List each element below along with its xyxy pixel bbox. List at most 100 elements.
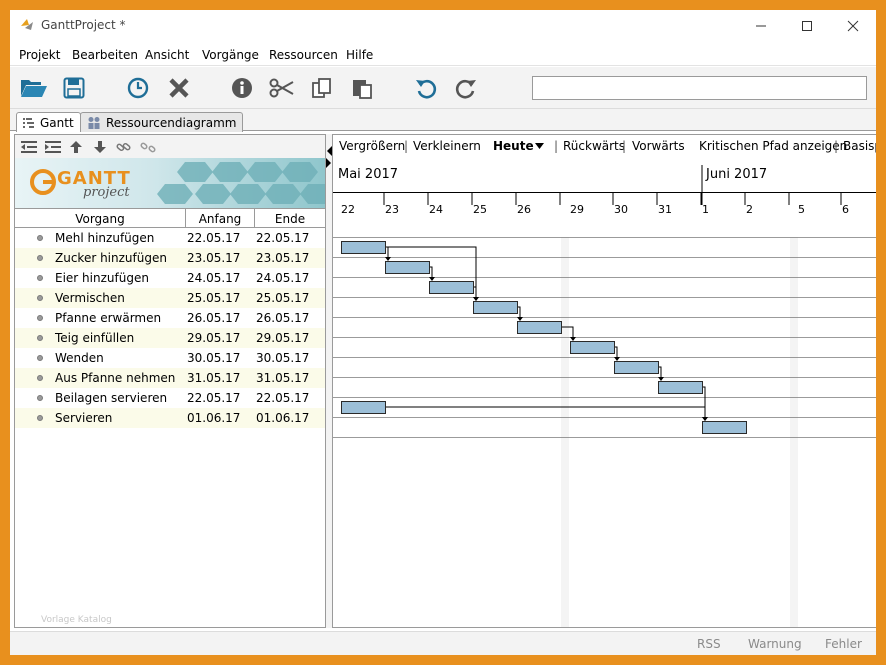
task-bar[interactable] (429, 281, 474, 294)
status-rss[interactable]: RSS (697, 637, 721, 651)
title-bar: GanttProject * (10, 10, 876, 42)
delete-x-icon (169, 78, 189, 98)
open-project-button[interactable] (20, 74, 48, 102)
task-tree-toolbar (15, 135, 325, 158)
task-start: 24.05.17 (187, 271, 241, 285)
table-row[interactable]: Zucker hinzufügen 23.05.17 23.05.17 (15, 248, 325, 268)
indent-button[interactable] (45, 139, 61, 155)
status-warning[interactable]: Warnung (748, 637, 802, 651)
task-name: Mehl hinzufügen (55, 231, 155, 245)
task-name: Beilagen servieren (55, 391, 168, 405)
maximize-button[interactable] (784, 10, 830, 42)
task-end: 30.05.17 (256, 351, 310, 365)
task-start: 30.05.17 (187, 351, 241, 365)
undo-icon (416, 79, 437, 99)
column-header-start[interactable]: Anfang (186, 209, 255, 228)
close-button[interactable] (830, 10, 876, 42)
menu-ansicht[interactable]: Ansicht (145, 48, 189, 62)
day-label: 22 (341, 203, 355, 216)
dependency-arrow (385, 257, 391, 261)
day-label: 2 (746, 203, 753, 216)
delete-button[interactable] (165, 74, 193, 102)
properties-button[interactable] (228, 74, 256, 102)
task-start: 22.05.17 (187, 231, 241, 245)
status-error[interactable]: Fehler (825, 637, 862, 651)
minimize-button[interactable] (738, 10, 784, 42)
task-bar[interactable] (341, 241, 386, 254)
table-row[interactable]: Mehl hinzufügen 22.05.17 22.05.17 (15, 228, 325, 248)
unlink-tasks-button[interactable] (140, 139, 156, 155)
search-input[interactable] (532, 76, 867, 100)
gantt-icon (23, 117, 34, 128)
move-down-button[interactable] (92, 139, 108, 155)
table-row[interactable]: Wenden 30.05.17 30.05.17 (15, 348, 325, 368)
task-bullet-icon (37, 235, 43, 241)
history-button[interactable] (124, 74, 152, 102)
day-label: 25 (473, 203, 487, 216)
task-table-body: Mehl hinzufügen 22.05.17 22.05.17 Zucker h… (15, 228, 325, 428)
dependency-arrow (658, 377, 664, 381)
menu-projekt[interactable]: Projekt (19, 48, 60, 62)
month-label: Juni 2017 (706, 167, 768, 182)
gantt-chart-canvas[interactable] (333, 135, 876, 628)
task-name: Pfanne erwärmen (55, 311, 162, 325)
task-name: Aus Pfanne nehmen (55, 371, 176, 385)
tab-ressourcendiagramm[interactable]: Ressourcendiagramm (80, 112, 244, 132)
menu-bar: Projekt Bearbeiten Ansicht Vorgänge Ress… (10, 42, 876, 66)
task-name: Eier hinzufügen (55, 271, 149, 285)
task-bullet-icon (37, 315, 43, 321)
column-header-end[interactable]: Ende (255, 209, 325, 228)
task-bar[interactable] (517, 321, 562, 334)
folder-open-icon (21, 80, 47, 97)
paste-button[interactable] (348, 74, 376, 102)
task-bullet-icon (37, 395, 43, 401)
table-row[interactable]: Pfanne erwärmen 26.05.17 26.05.17 (15, 308, 325, 328)
tab-gantt[interactable]: Gantt (16, 112, 81, 132)
task-end: 22.05.17 (256, 391, 310, 405)
day-label: 26 (517, 203, 531, 216)
unindent-button[interactable] (21, 139, 37, 155)
task-end: 25.05.17 (256, 291, 310, 305)
table-row[interactable]: Eier hinzufügen 24.05.17 24.05.17 (15, 268, 325, 288)
minimize-icon (756, 25, 766, 27)
day-label: 6 (842, 203, 849, 216)
task-name: Vermischen (55, 291, 125, 305)
main-toolbar (10, 67, 876, 109)
link-tasks-button[interactable] (116, 139, 132, 155)
table-row[interactable]: Teig einfüllen 29.05.17 29.05.17 (15, 328, 325, 348)
cut-button[interactable] (268, 74, 296, 102)
copy-button[interactable] (308, 74, 336, 102)
day-label: 5 (798, 203, 805, 216)
task-bar[interactable] (658, 381, 703, 394)
table-row[interactable]: Aus Pfanne nehmen 31.05.17 31.05.17 (15, 368, 325, 388)
menu-vorgaenge[interactable]: Vorgänge (202, 48, 259, 62)
task-bar[interactable] (385, 261, 430, 274)
task-bar[interactable] (702, 421, 747, 434)
month-label: Mai 2017 (338, 167, 399, 182)
table-row[interactable]: Beilagen servieren 22.05.17 22.05.17 (15, 388, 325, 408)
redo-button[interactable] (452, 74, 480, 102)
day-label: 23 (385, 203, 399, 216)
column-header-task[interactable]: Vorgang (15, 209, 186, 228)
undo-button[interactable] (412, 74, 440, 102)
table-row[interactable]: Servieren 01.06.17 01.06.17 (15, 408, 325, 428)
paste-icon (353, 80, 372, 99)
save-project-button[interactable] (60, 74, 88, 102)
task-bullet-icon (37, 275, 43, 281)
unlink-icon (140, 142, 156, 153)
move-up-button[interactable] (68, 139, 84, 155)
task-bar[interactable] (614, 361, 659, 374)
weekend-shading (790, 237, 798, 627)
task-bar[interactable] (570, 341, 615, 354)
task-bar[interactable] (341, 401, 386, 414)
task-end: 22.05.17 (256, 231, 310, 245)
menu-hilfe[interactable]: Hilfe (346, 48, 373, 62)
maximize-icon (802, 21, 812, 31)
task-bullet-icon (37, 415, 43, 421)
task-start: 23.05.17 (187, 251, 241, 265)
task-bar[interactable] (473, 301, 518, 314)
menu-ressourcen[interactable]: Ressourcen (269, 48, 338, 62)
menu-bearbeiten[interactable]: Bearbeiten (72, 48, 138, 62)
task-bullet-icon (37, 375, 43, 381)
table-row[interactable]: Vermischen 25.05.17 25.05.17 (15, 288, 325, 308)
